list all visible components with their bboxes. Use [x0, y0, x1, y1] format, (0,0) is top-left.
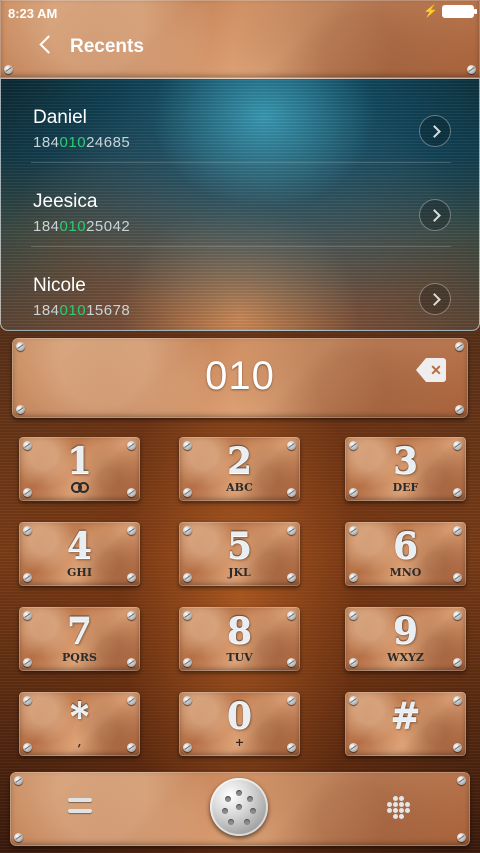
screw-decoration [14, 776, 23, 785]
number-match: 010 [59, 134, 87, 151]
key-digit: 0 [226, 695, 253, 737]
key-digit: 7 [66, 610, 93, 652]
key-6[interactable]: 6 MNO [345, 522, 466, 586]
screw-decoration [457, 776, 466, 785]
chevron-right-icon[interactable] [419, 115, 451, 147]
key-star[interactable]: * , [19, 692, 140, 756]
charging-icon: ⚡ [423, 4, 438, 18]
bottom-action-bar [10, 772, 470, 846]
screw-decoration [455, 342, 464, 351]
dial-input[interactable]: 010 [12, 354, 468, 399]
key-0[interactable]: 0 + [179, 692, 300, 756]
battery-icon [442, 5, 477, 18]
page-title: Recents [70, 36, 144, 57]
screw-decoration [16, 342, 25, 351]
contact-number: 18401015678 [33, 302, 131, 319]
number-match: 010 [59, 302, 87, 319]
key-letters: PQRS [62, 651, 97, 664]
contact-number: 18401025042 [33, 218, 131, 235]
voicemail-icon [70, 482, 89, 493]
key-1[interactable]: 1 [19, 437, 140, 501]
key-digit: 4 [66, 525, 93, 567]
screw-decoration [23, 488, 32, 497]
key-9[interactable]: 9 WXYZ [345, 607, 466, 671]
recent-item[interactable]: Daniel 18401024685 [31, 79, 451, 163]
contact-name: Nicole [33, 275, 86, 296]
chevron-right-icon[interactable] [419, 199, 451, 231]
key-3[interactable]: 3 DEF [345, 437, 466, 501]
contact-name: Daniel [33, 107, 87, 128]
key-2[interactable]: 2 ABC [179, 437, 300, 501]
key-letters: , [77, 736, 82, 749]
key-digit: 3 [392, 440, 419, 482]
screw-decoration [467, 65, 476, 74]
key-letters: + [234, 736, 245, 749]
screw-decoration [127, 488, 136, 497]
header: 8:23 AM ⚡ Recents [0, 0, 480, 78]
screw-decoration [457, 833, 466, 842]
screw-decoration [453, 743, 462, 752]
screw-decoration [455, 405, 464, 414]
backspace-icon[interactable] [416, 358, 448, 382]
key-digit: 8 [226, 610, 253, 652]
key-digit: * [70, 695, 89, 737]
key-letters: JKL [228, 566, 251, 579]
key-letters: ABC [226, 481, 253, 494]
back-icon[interactable] [36, 32, 56, 56]
key-digit: # [390, 695, 421, 737]
key-4[interactable]: 4 GHI [19, 522, 140, 586]
key-digit: 5 [226, 525, 253, 567]
key-digit: 2 [226, 440, 253, 482]
key-letters: MNO [389, 566, 422, 579]
key-digit: 1 [66, 440, 93, 482]
contact-name: Jeesica [33, 191, 98, 212]
dial-input-bar: 010 [12, 338, 468, 418]
key-digit: 9 [392, 610, 419, 652]
menu-icon[interactable] [68, 796, 92, 818]
screw-decoration [349, 743, 358, 752]
key-7[interactable]: 7 PQRS [19, 607, 140, 671]
recent-item[interactable]: Jeesica 18401025042 [31, 163, 451, 247]
screw-decoration [16, 405, 25, 414]
recents-list: Daniel 18401024685 Jeesica 18401025042 N… [0, 78, 480, 331]
key-hash[interactable]: # [345, 692, 466, 756]
screw-decoration [4, 65, 13, 74]
key-letters: WXYZ [387, 651, 424, 664]
screw-decoration [14, 833, 23, 842]
status-time: 8:23 AM [8, 6, 58, 21]
contact-number: 18401024685 [33, 134, 131, 151]
key-letters: GHI [67, 566, 92, 579]
key-digit: 6 [392, 525, 419, 567]
key-letters: TUV [226, 651, 253, 664]
key-letters: DEF [392, 481, 419, 494]
key-8[interactable]: 8 TUV [179, 607, 300, 671]
recent-item[interactable]: Nicole 18401015678 [31, 247, 451, 331]
number-match: 010 [59, 218, 87, 235]
keypad-icon[interactable] [386, 796, 410, 820]
chevron-right-icon[interactable] [419, 283, 451, 315]
call-button[interactable] [210, 778, 268, 836]
key-5[interactable]: 5 JKL [179, 522, 300, 586]
